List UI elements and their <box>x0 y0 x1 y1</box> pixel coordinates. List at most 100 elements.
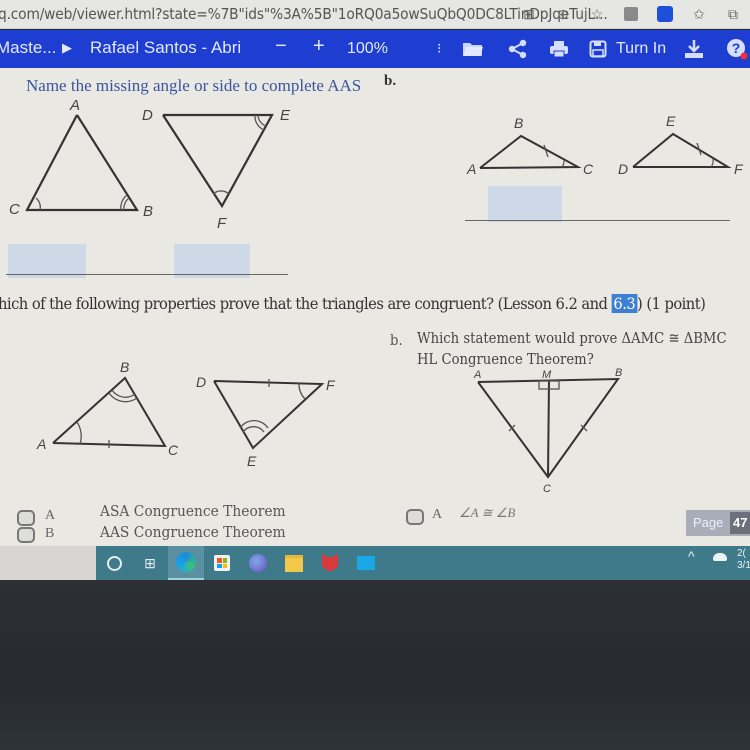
mail-icon[interactable] <box>348 546 384 580</box>
triangle-dfe: D F E <box>196 374 336 469</box>
browser-address-bar[interactable]: q.com/web/viewer.html?state=%7B"ids"%3A%… <box>0 0 750 29</box>
part-b-option-a-letter: A <box>432 507 443 522</box>
mcafee-icon[interactable] <box>312 546 348 580</box>
option-a-radio[interactable] <box>17 510 35 526</box>
triangle-bac-path <box>52 376 167 448</box>
angle-b-mark <box>123 197 130 211</box>
more-options-icon[interactable]: ⁝ <box>437 40 441 57</box>
viewer-toolbar: Maste... ▶ Rafael Santos - Abri − + 100%… <box>0 30 750 68</box>
zoom-level[interactable]: 100% <box>347 40 388 58</box>
extension-icon[interactable] <box>614 4 648 24</box>
zoom-icon[interactable]: ⊕ <box>546 4 580 24</box>
option-b-radio[interactable] <box>17 527 35 543</box>
vertex-label: B <box>514 115 523 131</box>
share-icon[interactable] <box>507 39 529 59</box>
answer-field-2[interactable] <box>174 244 250 278</box>
vertex-label: D <box>618 161 628 177</box>
system-clock[interactable]: 2( 3/1 <box>737 548 750 572</box>
question2-prompt-start: hich of the following properties prove t… <box>0 294 612 313</box>
question1-figure-a: A C B D E F <box>9 97 291 232</box>
vertex-label: B <box>615 368 622 379</box>
zoom-out-button[interactable]: − <box>275 35 287 58</box>
zoom-in-button[interactable]: + <box>313 35 325 58</box>
vertex-label: F <box>217 215 227 232</box>
vertex-label: A <box>473 369 481 381</box>
angle-a-mark <box>76 421 82 445</box>
vertex-label: E <box>666 113 676 129</box>
triangle-def: D E F <box>142 107 291 232</box>
vertex-label: E <box>280 107 291 124</box>
monitor-bezel <box>0 580 750 750</box>
vertex-label: M <box>542 369 552 381</box>
favorites-add-icon[interactable]: ☆ <box>580 4 614 24</box>
answer-line-a <box>6 274 288 275</box>
vertex-label: C <box>543 483 551 495</box>
question2-prompt: hich of the following properties prove t… <box>0 294 706 313</box>
open-folder-icon[interactable] <box>462 39 484 59</box>
question2-figure-b: A M B C <box>473 368 622 495</box>
angle-f-mark <box>710 158 714 168</box>
print-icon[interactable] <box>548 39 570 59</box>
taskbar-search-area[interactable] <box>0 546 96 580</box>
vertex-label: E <box>247 453 257 469</box>
option-a-text[interactable]: ASA Congruence Theorem <box>100 502 286 520</box>
cortana-icon[interactable] <box>96 546 132 580</box>
question2-part-b-label: b. <box>390 331 403 349</box>
triangle-def-path <box>162 113 274 209</box>
part-b-option-a-radio[interactable] <box>406 509 424 525</box>
page-indicator: Page 47 <box>686 510 750 536</box>
angle-e-mark <box>242 426 265 433</box>
angle-e-mark-2 <box>254 114 265 131</box>
download-icon[interactable] <box>683 39 705 59</box>
vertex-label: A <box>466 161 476 177</box>
clock-time: 2( <box>737 548 746 559</box>
option-b-text[interactable]: AAS Congruence Theorem <box>100 523 286 541</box>
clock-date: 3/1 <box>737 560 750 571</box>
task-view-icon[interactable]: ⊞ <box>132 546 168 580</box>
file-explorer-icon[interactable] <box>276 546 312 580</box>
onedrive-cloud-icon[interactable] <box>713 553 727 561</box>
question2-figure-a: B A C D F E <box>36 359 336 469</box>
help-icon[interactable]: ? <box>726 39 748 60</box>
selected-text-highlight[interactable]: 6.3 <box>611 294 638 313</box>
option-b-letter: B <box>45 526 55 541</box>
vertex-label: A <box>36 436 46 452</box>
answer-field-1[interactable] <box>8 244 86 278</box>
svg-text:?: ? <box>732 40 741 56</box>
vertex-label: A <box>69 97 80 114</box>
vertex-label: F <box>326 377 336 393</box>
triangle-acb: A C B <box>9 97 153 220</box>
vertex-label: F <box>734 161 744 177</box>
store-icon[interactable] <box>204 546 240 580</box>
question2-part-b-line1: Which statement would prove ΔAMC ≅ ΔBMC <box>417 329 727 347</box>
edge-icon[interactable] <box>168 546 204 580</box>
page-number-input[interactable]: 47 <box>730 512 750 534</box>
question2-prompt-end: ) (1 point) <box>637 294 706 313</box>
angle-e-mark <box>257 114 267 127</box>
triangle-acb-path <box>25 114 139 212</box>
vertex-label: D <box>142 107 153 124</box>
triangle-edf: E D F <box>618 113 744 177</box>
vertex-label: C <box>583 161 594 177</box>
vertex-label: B <box>143 203 153 220</box>
answer-line-b <box>465 220 730 221</box>
page-label: Page <box>693 515 724 530</box>
question1-part-b-label: b. <box>384 73 397 89</box>
collections-icon[interactable]: ⧉ <box>716 4 750 24</box>
altitude-mc <box>547 379 550 478</box>
favorites-icon[interactable]: ✩ <box>682 4 716 24</box>
vertex-label: C <box>168 442 179 458</box>
extension-blue-icon[interactable] <box>648 4 682 24</box>
document-title: Rafael Santos - Abri <box>90 38 242 57</box>
show-hidden-icons-chevron[interactable]: ^ <box>688 548 695 564</box>
browser-icon[interactable] <box>240 546 276 580</box>
breadcrumb-parent[interactable]: Maste... <box>0 38 56 58</box>
turn-in-button[interactable]: Turn In <box>616 40 666 58</box>
reader-mode-icon[interactable]: ⊞ <box>512 4 546 24</box>
answer-field-3[interactable] <box>488 186 562 222</box>
angle-f-mark <box>212 190 230 195</box>
part-b-option-a-text[interactable]: ∠A ≅ ∠B <box>459 505 515 521</box>
angle-c-mark <box>35 197 41 211</box>
question2-part-b-line2: HL Congruence Theorem? <box>417 350 594 368</box>
save-icon[interactable] <box>587 39 609 59</box>
